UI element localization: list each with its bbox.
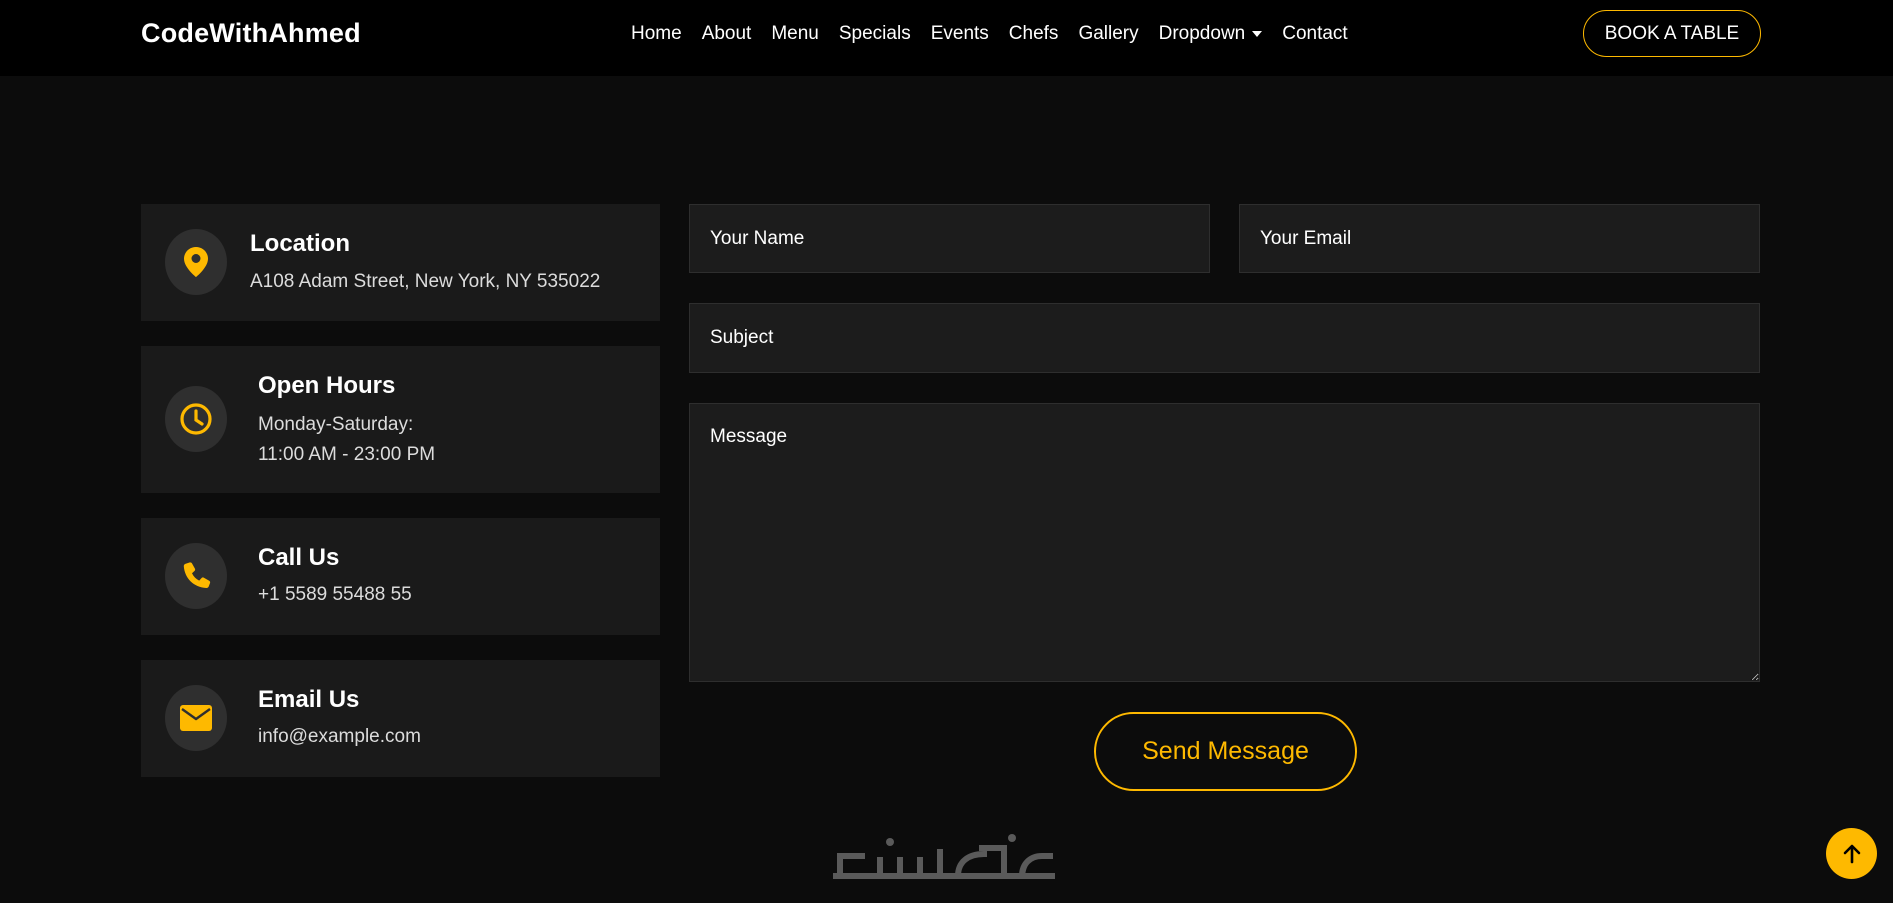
site-header: CodeWithAhmed Home About Menu Specials E… (0, 0, 1893, 76)
phone-icon (165, 543, 227, 609)
nav-dropdown[interactable]: Dropdown (1149, 23, 1273, 45)
email-us-title: Email Us (258, 686, 360, 713)
clock-icon (165, 386, 227, 452)
email-us-card: Email Us info@example.com (141, 660, 660, 777)
open-hours-title: Open Hours (258, 372, 396, 399)
nav-chefs[interactable]: Chefs (999, 23, 1069, 45)
call-us-title: Call Us (258, 544, 340, 571)
email-input[interactable] (1239, 204, 1760, 273)
arrow-up-icon (1843, 844, 1860, 863)
location-card: Location A108 Adam Street, New York, NY … (141, 204, 660, 321)
map-pin-icon (165, 229, 227, 295)
call-us-card: Call Us +1 5589 55488 55 (141, 518, 660, 635)
nav-events[interactable]: Events (921, 23, 999, 45)
nav-home[interactable]: Home (631, 23, 692, 45)
nav-contact[interactable]: Contact (1272, 23, 1357, 45)
book-a-table-button[interactable]: BOOK A TABLE (1583, 10, 1761, 57)
send-message-button[interactable]: Send Message (1094, 712, 1357, 791)
nav-gallery[interactable]: Gallery (1068, 23, 1148, 45)
subject-input[interactable] (689, 303, 1760, 373)
nav-dropdown-label: Dropdown (1158, 23, 1246, 44)
brand-logo[interactable]: CodeWithAhmed (141, 18, 361, 49)
nav-menu[interactable]: Menu (761, 23, 829, 45)
open-hours-days: Monday-Saturday: (258, 414, 414, 435)
open-hours-times: 11:00 AM - 23:00 PM (258, 444, 436, 465)
location-title: Location (250, 230, 350, 257)
name-input[interactable] (689, 204, 1210, 273)
message-textarea[interactable] (689, 403, 1760, 682)
khamsat-watermark-logo (832, 826, 1062, 886)
nav-about[interactable]: About (692, 23, 762, 45)
phone-number[interactable]: +1 5589 55488 55 (258, 580, 412, 610)
caret-down-icon (1252, 31, 1263, 37)
location-address: A108 Adam Street, New York, NY 535022 (250, 271, 601, 292)
main-nav: Home About Menu Specials Events Chefs Ga… (631, 0, 1358, 68)
email-address[interactable]: info@example.com (258, 722, 421, 752)
envelope-icon (165, 685, 227, 751)
scroll-to-top-button[interactable] (1826, 828, 1877, 879)
nav-specials[interactable]: Specials (829, 23, 921, 45)
open-hours-card: Open Hours Monday-Saturday: 11:00 AM - 2… (141, 346, 660, 493)
